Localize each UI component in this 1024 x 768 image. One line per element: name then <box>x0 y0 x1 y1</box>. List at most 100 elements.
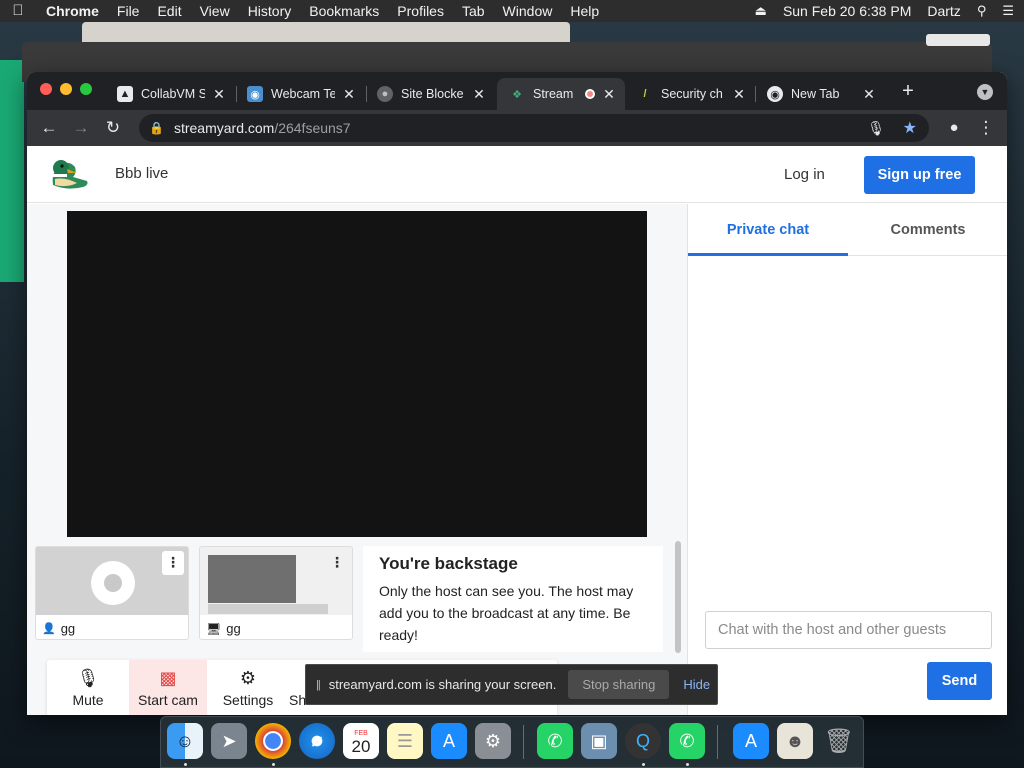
new-tab-plus-icon[interactable]: + <box>897 80 919 102</box>
tab-security-check[interactable]: / Security ch ✕ <box>625 78 755 110</box>
tab-collabvm[interactable]: ▲ CollabVM S ✕ <box>105 78 235 110</box>
tab-label: Security ch <box>661 87 723 101</box>
whatsapp-icon[interactable]: ✆ <box>537 723 573 759</box>
tab-site-blocker[interactable]: ● Site Blocke ✕ <box>365 78 495 110</box>
backstage-text: Only the host can see you. The host may … <box>379 583 634 643</box>
menu-window[interactable]: Window <box>503 3 553 19</box>
tab-close-icon[interactable]: ✕ <box>341 86 357 103</box>
window-minimize-button[interactable] <box>60 83 72 95</box>
lock-icon[interactable]: 🔒 <box>149 121 164 135</box>
menu-profiles[interactable]: Profiles <box>397 3 444 19</box>
photo-document-icon[interactable]: ☻ <box>777 723 813 759</box>
broadcast-preview <box>67 211 647 537</box>
menu-clock[interactable]: Sun Feb 20 6:38 PM <box>783 3 911 19</box>
participant-name: 👤 gg <box>42 621 75 636</box>
reload-icon[interactable]: ↻ <box>102 117 124 139</box>
browser-window: ▲ CollabVM S ✕ ◉ Webcam Te ✕ ● Site Bloc… <box>27 72 1007 715</box>
start-cam-button[interactable]: ▩ Start cam <box>129 660 207 715</box>
app-store-icon[interactable]: A <box>733 723 769 759</box>
streamyard-duck-logo-icon[interactable] <box>47 155 91 193</box>
menu-app-name[interactable]: Chrome <box>46 3 99 19</box>
participant-tile-camera[interactable]: ⋮ 👤 gg <box>35 546 189 640</box>
trash-icon[interactable]: 🗑 <box>821 723 857 759</box>
studio-stage-area: ⋮ 👤 gg ⋮ 🖥 gg You're backstage Only the … <box>27 204 687 715</box>
chrome-favicon-icon: ◉ <box>767 86 783 102</box>
tab-webcam-test[interactable]: ◉ Webcam Te ✕ <box>235 78 365 110</box>
menu-file[interactable]: File <box>117 3 140 19</box>
control-center-icon[interactable]: ☰ <box>1002 3 1014 19</box>
menu-history[interactable]: History <box>248 3 292 19</box>
tab-search-chevron-icon[interactable]: ▼ <box>977 84 993 100</box>
running-indicator <box>184 763 187 766</box>
tab-private-chat[interactable]: Private chat <box>688 204 848 256</box>
quicktime-icon[interactable]: Q <box>625 723 661 759</box>
profile-avatar-icon[interactable]: ● <box>943 117 965 139</box>
mute-button[interactable]: 🎙 Mute <box>47 660 129 715</box>
menu-bookmarks[interactable]: Bookmarks <box>309 3 379 19</box>
settings-button[interactable]: ⚙ Settings <box>207 660 289 715</box>
security-favicon-icon: / <box>643 88 647 100</box>
participant-options-icon[interactable]: ⋮ <box>162 551 184 575</box>
calendar-icon[interactable]: FEB 20 <box>343 723 379 759</box>
address-path: /264fseuns7 <box>274 120 351 136</box>
system-preferences-icon[interactable]: ⚙ <box>475 723 511 759</box>
tab-close-icon[interactable]: ✕ <box>211 86 227 103</box>
preview-icon[interactable]: ▣ <box>581 723 617 759</box>
window-zoom-button[interactable] <box>80 83 92 95</box>
stage-scrollbar[interactable] <box>675 541 681 653</box>
menu-help[interactable]: Help <box>570 3 599 19</box>
tab-label: New Tab <box>791 87 840 101</box>
back-arrow-icon[interactable]: ← <box>38 117 60 139</box>
tab-close-icon[interactable]: ✕ <box>601 86 617 103</box>
participant-name-label: gg <box>226 621 241 636</box>
chrome-menu-icon[interactable]: ⋮ <box>975 117 997 139</box>
address-host: streamyard.com <box>173 120 275 136</box>
participant-options-icon[interactable]: ⋮ <box>326 551 348 575</box>
send-button[interactable]: Send <box>927 662 992 700</box>
running-indicator <box>642 763 645 766</box>
forward-arrow-icon[interactable]: → <box>70 117 92 139</box>
apple-icon[interactable]:  <box>10 3 26 19</box>
whatsapp-icon[interactable]: ✆ <box>669 723 705 759</box>
tab-streamyard[interactable]: ❖ Stream ✕ <box>497 78 625 110</box>
window-close-button[interactable] <box>40 83 52 95</box>
tab-label: CollabVM S <box>141 87 205 101</box>
chat-input[interactable] <box>705 611 992 649</box>
eject-icon[interactable]: ⏏ <box>755 3 767 19</box>
webcam-favicon-icon: ◉ <box>247 86 263 102</box>
finder-icon[interactable]: ☺ <box>167 723 203 759</box>
studio-title: Bbb live <box>115 165 169 182</box>
running-indicator <box>686 763 689 766</box>
recording-indicator-icon <box>585 89 595 99</box>
backstage-title: You're backstage <box>379 554 518 573</box>
hide-button[interactable]: Hide <box>683 677 710 692</box>
tab-comments[interactable]: Comments <box>848 204 1007 256</box>
menu-user[interactable]: Dartz <box>927 3 960 19</box>
tab-close-icon[interactable]: ✕ <box>731 86 747 103</box>
settings-label: Settings <box>222 692 274 708</box>
menu-tab[interactable]: Tab <box>462 3 485 19</box>
web-page: Bbb live Log in Sign up free ⋮ 👤 gg ⋮ 🖥 … <box>27 146 1007 715</box>
login-link[interactable]: Log in <box>784 166 825 183</box>
bookmark-star-icon[interactable]: ★ <box>903 118 917 138</box>
safari-icon[interactable]: ➚ <box>299 723 335 759</box>
participant-tile-screen[interactable]: ⋮ 🖥 gg <box>199 546 353 640</box>
chrome-icon[interactable] <box>255 723 291 759</box>
tab-close-icon[interactable]: ✕ <box>861 86 877 103</box>
app-store-icon[interactable]: A <box>431 723 467 759</box>
spotlight-search-icon[interactable]: ⚲ <box>977 3 987 19</box>
menu-edit[interactable]: Edit <box>157 3 181 19</box>
menu-view[interactable]: View <box>200 3 230 19</box>
stop-sharing-button[interactable]: Stop sharing <box>568 670 670 699</box>
sign-up-button[interactable]: Sign up free <box>864 156 975 194</box>
drag-handle-icon[interactable]: || <box>316 679 321 691</box>
calendar-day: 20 <box>351 736 371 756</box>
background-window-green <box>0 60 24 282</box>
microphone-icon[interactable]: 🎙 <box>867 120 885 137</box>
tab-close-icon[interactable]: ✕ <box>471 86 487 103</box>
notes-icon[interactable]: ☰ <box>387 723 423 759</box>
avatar-placeholder-icon <box>91 561 135 605</box>
tab-new-tab[interactable]: ◉ New Tab ✕ <box>755 78 885 110</box>
launchpad-icon[interactable]: ➤ <box>211 723 247 759</box>
address-bar[interactable]: 🔒 streamyard.com /264fseuns7 🎙 ★ <box>139 114 929 142</box>
